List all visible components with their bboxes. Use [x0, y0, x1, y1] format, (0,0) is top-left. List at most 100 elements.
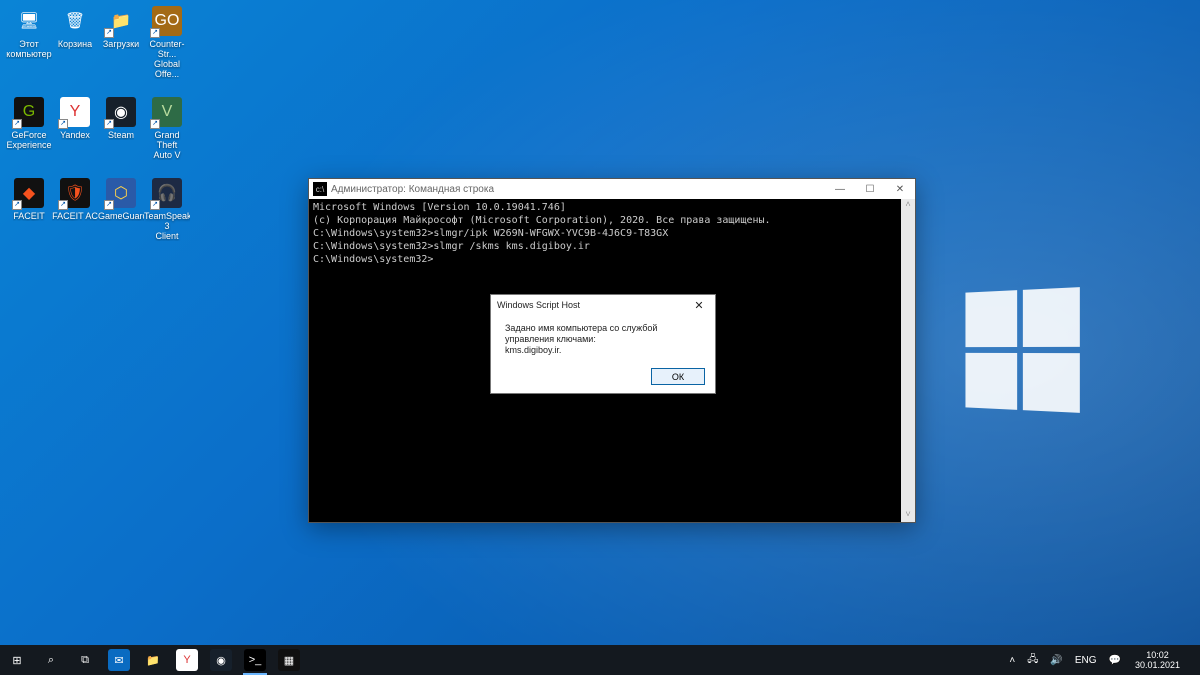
shortcut-arrow-icon: ↗: [58, 119, 68, 129]
taskbar-clock[interactable]: 10:02 30.01.2021: [1129, 650, 1186, 670]
steam-icon: ◉: [210, 649, 232, 671]
taskbar-explorer-button[interactable]: 📁: [136, 645, 170, 675]
dialog-title: Windows Script Host: [497, 300, 580, 310]
desktop-icon-label: Этот компьютер: [6, 39, 51, 59]
taskbar-mail-button[interactable]: ✉: [102, 645, 136, 675]
taskview-icon: ⧉: [74, 649, 96, 671]
shortcut-arrow-icon: ↗: [150, 28, 160, 38]
maximize-button[interactable]: ☐: [855, 179, 885, 199]
desktop-icon-label: GameGuard: [98, 211, 144, 221]
desktop-icons-grid: 🖥 Этот компьютер 🗑 Корзина 📁↗ Загрузки GO↗Coun…: [6, 6, 190, 241]
cmd-output-line: C:\Windows\system32>slmgr/ipk W269N-WFGW…: [313, 227, 911, 240]
desktop-icon-downloads[interactable]: 📁↗ Загрузки: [98, 6, 144, 79]
shortcut-arrow-icon: ↗: [104, 200, 114, 210]
csgo-icon: GO↗: [152, 6, 182, 36]
app-icon: ▦: [278, 649, 300, 671]
yandex-icon: Y: [176, 649, 198, 671]
cmd-scrollbar[interactable]: ˄ ˅: [901, 199, 915, 522]
desktop-icon-csgo[interactable]: GO↗Counter-Str... Global Offe...: [144, 6, 190, 79]
search-icon: ⌕: [40, 649, 62, 671]
downloads-icon: 📁↗: [106, 6, 136, 36]
scroll-up-icon[interactable]: ˄: [905, 199, 910, 212]
dialog-text-line1: Задано имя компьютера со службой управле…: [505, 323, 701, 345]
scroll-down-icon[interactable]: ˅: [905, 509, 910, 522]
cmd-output-line: C:\Windows\system32>: [313, 253, 911, 266]
taskbar-yandex-button[interactable]: Y: [170, 645, 204, 675]
dialog-close-button[interactable]: ✕: [689, 299, 709, 312]
steam-icon: ◉↗: [106, 97, 136, 127]
shortcut-arrow-icon: ↗: [58, 200, 68, 210]
taskbar-search-button[interactable]: ⌕: [34, 645, 68, 675]
geforce-icon: G↗: [14, 97, 44, 127]
tray-notifications-icon[interactable]: 💬: [1105, 655, 1125, 666]
tray-language[interactable]: ENG: [1071, 655, 1101, 666]
desktop-icon-this-pc[interactable]: 🖥 Этот компьютер: [6, 6, 52, 79]
dialog-ok-button[interactable]: ОК: [651, 368, 705, 385]
desktop-icon-label: Steam: [108, 130, 134, 140]
shortcut-arrow-icon: ↗: [150, 200, 160, 210]
tray-network-icon[interactable]: 🖧: [1023, 652, 1042, 669]
desktop-icon-steam[interactable]: ◉↗ Steam: [98, 97, 144, 160]
desktop-icon-label: Корзина: [58, 39, 92, 49]
shortcut-arrow-icon: ↗: [104, 28, 114, 38]
shortcut-arrow-icon: ↗: [12, 119, 22, 129]
taskbar-cmd-button[interactable]: >_: [238, 645, 272, 675]
cmd-icon: >_: [244, 649, 266, 671]
teamspeak-icon: 🎧↗: [152, 178, 182, 208]
mail-icon: ✉: [108, 649, 130, 671]
cmd-icon: c:\: [313, 182, 327, 196]
desktop-icon-label: FACEIT: [13, 211, 45, 221]
desktop-icon-label: Загрузки: [103, 39, 139, 49]
desktop-icon-label: Counter-Str... Global Offe...: [144, 39, 190, 79]
taskbar-spacer: [306, 645, 1001, 675]
taskbar-app-button[interactable]: ▦: [272, 645, 306, 675]
desktop-icon-label: TeamSpeak 3 Client: [144, 211, 190, 241]
desktop-icon-label: FACEIT AC: [52, 211, 98, 221]
cmd-output-line: (c) Корпорация Майкрософт (Microsoft Cor…: [313, 214, 911, 227]
system-tray[interactable]: ˄ 🖧 🔊 ENG 💬 10:02 30.01.2021: [1001, 645, 1200, 675]
desktop-icon-faceit-ac[interactable]: 🛡↗ FACEIT AC: [52, 178, 98, 241]
desktop[interactable]: 🖥Этот компьютер🗑Корзина📁↗ЗагрузкиGO↗Coun…: [0, 0, 1200, 675]
gameguard-icon: ⬡↗: [106, 178, 136, 208]
windows-logo-decor: [965, 287, 1079, 413]
dialog-titlebar[interactable]: Windows Script Host ✕: [491, 295, 715, 315]
taskbar-taskview-button[interactable]: ⧉: [68, 645, 102, 675]
desktop-icon-label: Grand Theft Auto V: [144, 130, 190, 160]
yandex-icon: Y↗: [60, 97, 90, 127]
cmd-output-line: C:\Windows\system32>slmgr /skms kms.digi…: [313, 240, 911, 253]
clock-time: 10:02: [1135, 650, 1180, 660]
dialog-text-line2: kms.digiboy.ir.: [505, 345, 701, 356]
recycle-icon: 🗑: [60, 6, 90, 36]
gtav-icon: V↗: [152, 97, 182, 127]
start-icon: ⊞: [6, 649, 28, 671]
shortcut-arrow-icon: ↗: [12, 200, 22, 210]
close-button[interactable]: ✕: [885, 179, 915, 199]
cmd-titlebar[interactable]: c:\ Администратор: Командная строка — ☐ …: [309, 179, 915, 199]
shortcut-arrow-icon: ↗: [150, 119, 160, 129]
taskbar[interactable]: ⊞ ⌕ ⧉ ✉ 📁 Y ◉ >_ ▦ ˄ 🖧 🔊 ENG 💬 10:02 30.01.2021: [0, 645, 1200, 675]
cmd-title: Администратор: Командная строка: [331, 184, 825, 195]
dialog-body: Задано имя компьютера со службой управле…: [491, 315, 715, 362]
this-pc-icon: 🖥: [14, 6, 44, 36]
clock-date: 30.01.2021: [1135, 660, 1180, 670]
desktop-icon-faceit[interactable]: ◆↗ FACEIT: [6, 178, 52, 241]
desktop-icon-gtav[interactable]: V↗Grand Theft Auto V: [144, 97, 190, 160]
desktop-icon-gameguard[interactable]: ⬡↗ GameGuard: [98, 178, 144, 241]
desktop-icon-geforce[interactable]: G↗ GeForce Experience: [6, 97, 52, 160]
desktop-icon-recycle[interactable]: 🗑 Корзина: [52, 6, 98, 79]
script-host-dialog[interactable]: Windows Script Host ✕ Задано имя компьют…: [490, 294, 716, 394]
tray-sound-icon[interactable]: 🔊: [1046, 655, 1066, 666]
faceit-icon: ◆↗: [14, 178, 44, 208]
shortcut-arrow-icon: ↗: [104, 119, 114, 129]
desktop-icon-yandex[interactable]: Y↗ Yandex: [52, 97, 98, 160]
desktop-icon-label: Yandex: [60, 130, 90, 140]
taskbar-steam-button[interactable]: ◉: [204, 645, 238, 675]
cmd-output-line: Microsoft Windows [Version 10.0.19041.74…: [313, 201, 911, 214]
faceit-ac-icon: 🛡↗: [60, 178, 90, 208]
desktop-icon-teamspeak[interactable]: 🎧↗TeamSpeak 3 Client: [144, 178, 190, 241]
tray-chevron-icon[interactable]: ˄: [1005, 655, 1019, 666]
taskbar-start-button[interactable]: ⊞: [0, 645, 34, 675]
desktop-icon-label: GeForce Experience: [6, 130, 51, 150]
explorer-icon: 📁: [142, 649, 164, 671]
minimize-button[interactable]: —: [825, 179, 855, 199]
